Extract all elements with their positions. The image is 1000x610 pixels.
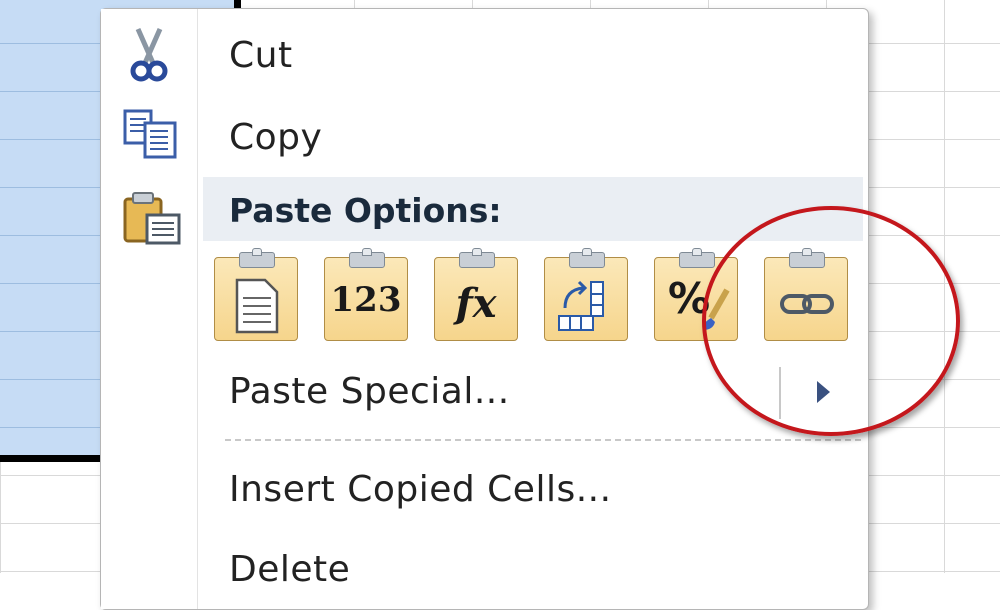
paste-transpose-button[interactable] bbox=[544, 248, 628, 341]
clipboard-clip-icon bbox=[679, 248, 715, 268]
cut-label: Cut bbox=[229, 35, 293, 76]
menu-divider bbox=[225, 439, 861, 441]
paste-icon bbox=[123, 192, 181, 245]
paste-values-button[interactable]: 123 bbox=[324, 248, 408, 341]
clipboard-clip-icon bbox=[349, 248, 385, 268]
paste-button[interactable] bbox=[214, 248, 298, 341]
paste-formulas-icon: fx bbox=[455, 280, 497, 327]
paste-document-icon bbox=[235, 278, 279, 334]
clipboard-clip-icon bbox=[239, 248, 275, 268]
paste-transpose-icon bbox=[558, 280, 604, 331]
clipboard-clip-icon bbox=[569, 248, 605, 268]
copy-label: Copy bbox=[229, 117, 323, 158]
paste-formulas-button[interactable]: fx bbox=[434, 248, 518, 341]
menu-icon-column bbox=[101, 9, 198, 609]
paste-options-label: Paste Options: bbox=[229, 191, 502, 230]
copy-icon bbox=[123, 109, 177, 159]
annotation-circle bbox=[702, 206, 960, 436]
delete-label: Delete bbox=[229, 549, 351, 590]
paste-special-label: Paste Special... bbox=[229, 371, 510, 412]
paste-values-icon: 123 bbox=[330, 280, 402, 320]
clipboard-clip-icon bbox=[459, 248, 495, 268]
scissors-icon bbox=[130, 27, 168, 82]
insert-copied-cells-label: Insert Copied Cells... bbox=[229, 469, 612, 510]
